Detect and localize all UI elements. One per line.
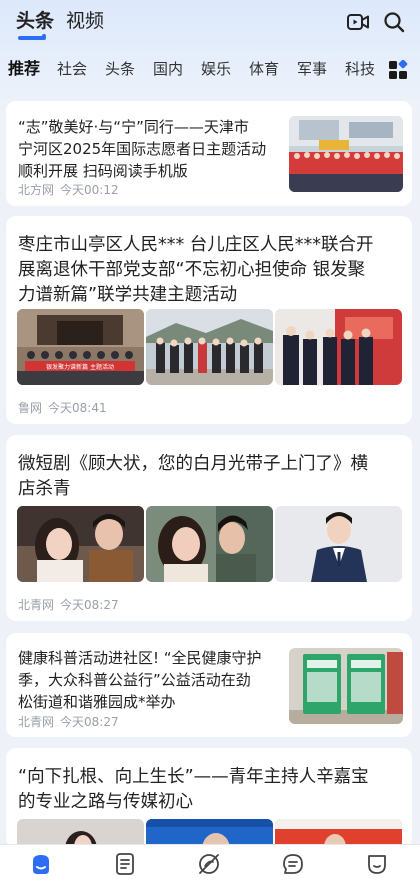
channel-sports[interactable]: 体育: [249, 58, 279, 80]
tab-headlines[interactable]: 头条: [16, 8, 54, 34]
news-source: 北方网: [18, 183, 55, 197]
news-source: 北青网: [18, 715, 55, 729]
news-title: “志”敬美好·与“宁”同行——天津市 宁河区2025年国际志愿者日主题活动 顺利…: [18, 118, 267, 180]
channel-tech[interactable]: 科技: [345, 58, 375, 80]
news-source: 鲁网: [18, 401, 43, 415]
news-time: 今天00:12: [60, 183, 119, 197]
news-thumbnail[interactable]: [146, 309, 273, 385]
news-time: 今天08:41: [48, 401, 107, 415]
news-time: 今天08:27: [60, 598, 119, 612]
news-card[interactable]: “向下扎根、向上生长”——青年主持人辛嘉宝 的专业之路与传媒初心: [6, 748, 412, 848]
discover-icon[interactable]: [196, 851, 222, 877]
home-icon[interactable]: [28, 851, 54, 877]
news-card[interactable]: “志”敬美好·与“宁”同行——天津市 宁河区2025年国际志愿者日主题活动 顺利…: [6, 101, 412, 206]
video-icon[interactable]: [346, 10, 370, 34]
channel-society[interactable]: 社会: [57, 58, 87, 80]
news-thumbnail[interactable]: [289, 116, 403, 192]
svg-text:银发聚力谱新篇 主题活动: 银发聚力谱新篇 主题活动: [46, 363, 114, 371]
tab-video[interactable]: 视频: [66, 8, 104, 34]
profile-icon[interactable]: [364, 851, 390, 877]
news-thumbnail[interactable]: [289, 648, 403, 724]
news-thumbnail[interactable]: [17, 506, 144, 582]
news-meta: 鲁网 今天08:41: [18, 400, 107, 416]
news-meta: 北方网 今天00:12: [18, 182, 119, 198]
news-title: 微短剧《顾大状，您的白月光带子上门了》横 店杀青: [18, 454, 368, 499]
grid-icon[interactable]: [388, 60, 408, 80]
channel-entertainment[interactable]: 娱乐: [201, 58, 231, 80]
bottom-navigation: [0, 844, 420, 883]
news-title: “向下扎根、向上生长”——青年主持人辛嘉宝 的专业之路与传媒初心: [18, 767, 369, 812]
channel-domestic[interactable]: 国内: [153, 58, 183, 80]
news-thumbnail[interactable]: [146, 506, 273, 582]
news-icon[interactable]: [112, 851, 138, 877]
news-source: 北青网: [18, 598, 55, 612]
news-time: 今天08:27: [60, 715, 119, 729]
channel-recommend[interactable]: 推荐: [8, 58, 40, 80]
news-thumbnail[interactable]: 银发聚力谱新篇 主题活动: [17, 309, 144, 385]
news-card[interactable]: 枣庄市山亭区人民*** 台儿庄区人民***联合开 展离退休干部党支部“不忘初心担…: [6, 216, 412, 424]
news-title: 健康科普活动进社区! “全民健康守护 季，大众科普公益行”公益活动在劲 松街道和…: [18, 649, 262, 711]
search-icon[interactable]: [382, 10, 406, 34]
news-meta: 北青网 今天08:27: [18, 597, 119, 613]
channel-bar: 推荐 社会 头条 国内 娱乐 体育 军事 科技: [0, 54, 420, 86]
channel-military[interactable]: 军事: [297, 58, 327, 80]
news-title: 枣庄市山亭区人民*** 台儿庄区人民***联合开 展离退休干部党支部“不忘初心担…: [18, 235, 374, 305]
active-tab-indicator: [18, 34, 46, 40]
news-thumbnail[interactable]: [275, 506, 402, 582]
message-icon[interactable]: [280, 851, 306, 877]
news-card[interactable]: 微短剧《顾大状，您的白月光带子上门了》横 店杀青 北青网 今天08:27: [6, 435, 412, 621]
news-thumbnail[interactable]: [275, 309, 402, 385]
news-card[interactable]: 健康科普活动进社区! “全民健康守护 季，大众科普公益行”公益活动在劲 松街道和…: [6, 633, 412, 737]
channel-headlines[interactable]: 头条: [105, 58, 135, 80]
news-meta: 北青网 今天08:27: [18, 714, 119, 730]
app-header: 头条 视频: [0, 0, 420, 48]
